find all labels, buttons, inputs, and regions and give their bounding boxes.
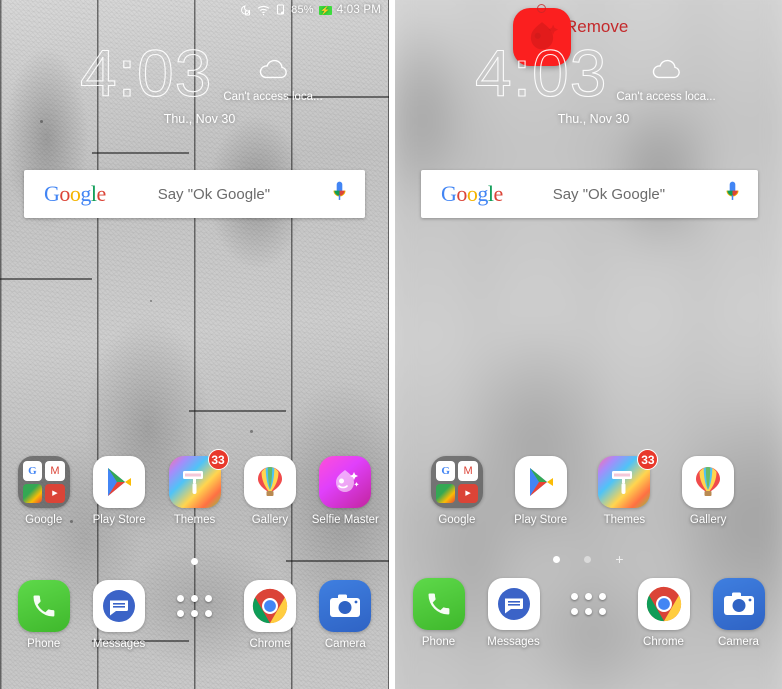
- dock-item-camera[interactable]: Camera: [701, 578, 776, 649]
- dock-item-phone[interactable]: Phone: [401, 578, 476, 649]
- clock-widget[interactable]: 4:03 Thu., Nov 30 Can't access loca...: [0, 39, 389, 126]
- dock-label: Chrome: [249, 638, 291, 650]
- app-icon-play-store[interactable]: Play Store: [81, 456, 156, 527]
- selfie-master-icon: [319, 456, 372, 508]
- home-screen-drag-remove: Remove 4:03 Thu., Nov 30 Can't access lo…: [395, 0, 782, 689]
- gallery-icon: [243, 456, 296, 508]
- remove-label: Remove: [565, 17, 629, 36]
- dock-item-messages[interactable]: Messages: [476, 578, 551, 649]
- gallery-icon: [682, 456, 735, 508]
- notification-badge: 33: [207, 449, 229, 470]
- weather-status-text: Can't access loca...: [616, 91, 716, 103]
- app-icon-gallery[interactable]: Gallery: [232, 456, 307, 527]
- battery-charging-icon: ⚡: [318, 5, 332, 15]
- page-indicator[interactable]: [0, 558, 389, 565]
- dock-item-phone[interactable]: Phone: [6, 580, 81, 651]
- app-label: Themes: [603, 514, 646, 526]
- clock-widget[interactable]: 4:03 Thu., Nov 30 Can't access loca...: [395, 39, 782, 126]
- battery-percent: 85%: [291, 4, 314, 16]
- app-row: G M ▶ Google Play Store 33 Themes Galler…: [395, 449, 782, 527]
- search-hint-text: Say "Ok Google": [552, 185, 666, 203]
- home-screen-normal: 85% ⚡ 4:03 PM 4:03 Thu., Nov 30 Can't ac…: [0, 0, 389, 689]
- phone-icon: [412, 578, 465, 630]
- google-folder-icon: G M ▶: [17, 456, 70, 508]
- dock-item-chrome[interactable]: Chrome: [626, 578, 701, 649]
- google-folder-icon: G M ▶: [430, 456, 483, 508]
- dock-item-camera[interactable]: Camera: [308, 580, 383, 651]
- app-row: G M ▶ Google Play Store 33 Themes Galler…: [0, 449, 389, 527]
- app-label: Gallery: [251, 514, 289, 526]
- app-label: Google: [438, 514, 476, 526]
- app-label: Selfie Master: [311, 514, 379, 526]
- app-label: Play Store: [514, 514, 568, 526]
- microphone-icon[interactable]: [725, 181, 740, 207]
- app-icon-google-folder[interactable]: G M ▶ Google: [415, 456, 499, 527]
- clock-date: Thu., Nov 30: [557, 112, 630, 126]
- dock-label: Phone: [27, 638, 61, 650]
- google-search-bar[interactable]: Google Say "Ok Google": [24, 170, 365, 218]
- camera-icon: [319, 580, 372, 632]
- dock-label: Chrome: [643, 636, 684, 648]
- wifi-icon: [257, 5, 270, 16]
- app-icon-themes[interactable]: 33 Themes: [157, 449, 232, 527]
- delete-handle-icon: [537, 4, 546, 13]
- app-icon-selfie-master[interactable]: Selfie Master: [308, 456, 383, 527]
- search-hint-text: Say "Ok Google": [157, 185, 271, 203]
- status-bar-time: 4:03 PM: [336, 4, 381, 16]
- page-indicator[interactable]: +: [395, 552, 782, 566]
- app-icon-gallery[interactable]: Gallery: [666, 456, 750, 527]
- dock-item-chrome[interactable]: Chrome: [232, 580, 307, 651]
- app-drawer-icon[interactable]: [169, 580, 221, 632]
- dock: Phone Messages Chrome Camera: [0, 580, 389, 651]
- page-dot-active[interactable]: [553, 556, 561, 563]
- themes-icon: 33: [598, 449, 659, 508]
- vibrate-icon: [275, 4, 286, 16]
- chrome-icon: [637, 578, 690, 630]
- weather-status-text: Can't access loca...: [223, 91, 323, 103]
- cloud-icon: [606, 58, 726, 85]
- microphone-icon[interactable]: [332, 181, 347, 207]
- messages-icon: [93, 580, 146, 632]
- clock-date: Thu., Nov 30: [163, 112, 236, 126]
- page-dot-active[interactable]: [191, 558, 198, 565]
- weather-widget[interactable]: Can't access loca...: [213, 58, 333, 105]
- dock-label: Camera: [324, 638, 366, 650]
- dock-label: Messages: [92, 638, 146, 650]
- do-not-disturb-icon: [239, 4, 252, 16]
- dock-label: Camera: [718, 636, 759, 648]
- cloud-icon: [213, 58, 333, 85]
- messages-icon: [487, 578, 540, 630]
- app-label: Themes: [173, 514, 216, 526]
- weather-widget[interactable]: Can't access loca...: [606, 58, 726, 105]
- dock: Phone Messages Chrome Camera: [395, 578, 782, 649]
- app-label: Gallery: [689, 514, 727, 526]
- camera-icon: [712, 578, 765, 630]
- app-icon-play-store[interactable]: Play Store: [499, 456, 583, 527]
- dock-item-messages[interactable]: Messages: [81, 580, 156, 651]
- app-drawer-icon[interactable]: [563, 578, 615, 630]
- add-page-icon[interactable]: +: [615, 552, 623, 566]
- status-bar: 85% ⚡ 4:03 PM: [0, 0, 389, 20]
- dock-item-app-drawer[interactable]: [157, 580, 232, 651]
- themes-icon: 33: [168, 449, 229, 508]
- app-icon-themes[interactable]: 33 Themes: [583, 449, 667, 527]
- play-store-icon: [514, 456, 567, 508]
- dock-item-app-drawer[interactable]: [551, 578, 626, 649]
- chrome-icon: [243, 580, 296, 632]
- page-dot[interactable]: [584, 556, 592, 563]
- screenshot-root: 85% ⚡ 4:03 PM 4:03 Thu., Nov 30 Can't ac…: [0, 0, 782, 689]
- google-search-bar[interactable]: Google Say "Ok Google": [421, 170, 758, 218]
- phone-icon: [17, 580, 70, 632]
- play-store-icon: [93, 456, 146, 508]
- app-label: Google: [25, 514, 63, 526]
- app-label: Play Store: [92, 514, 146, 526]
- dock-label: Phone: [421, 636, 456, 648]
- notification-badge: 33: [637, 449, 659, 470]
- app-icon-google-folder[interactable]: G M ▶ Google: [6, 456, 81, 527]
- dock-label: Messages: [487, 636, 540, 648]
